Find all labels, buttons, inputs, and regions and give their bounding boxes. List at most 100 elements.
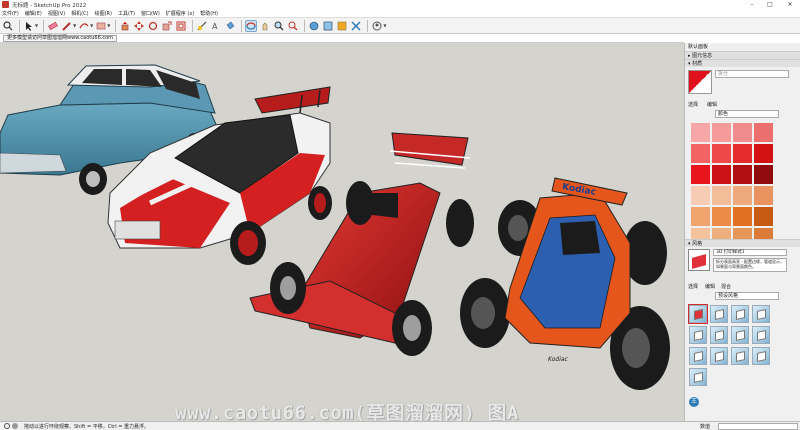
menu-tools[interactable]: 工具(T) (118, 10, 135, 17)
close-icon[interactable]: ✕ (782, 0, 798, 9)
material-swatch[interactable] (712, 165, 731, 184)
style-thumbnail[interactable] (710, 326, 728, 344)
scene-tab[interactable]: 更多模型请访问草图溜溜网www.caotu66.com (3, 35, 118, 42)
materials-section[interactable]: ▾ 材质 (685, 59, 800, 67)
material-swatch[interactable] (733, 207, 752, 226)
material-category-select[interactable]: 颜色 (715, 110, 779, 118)
material-swatch[interactable] (712, 144, 731, 163)
rotate-icon[interactable] (147, 20, 159, 32)
menu-draw[interactable]: 绘图(R) (95, 10, 112, 17)
style-name-field[interactable]: 3D 打印样式1 (713, 249, 787, 256)
orbit-icon[interactable] (245, 19, 258, 32)
push-pull-icon[interactable] (119, 20, 131, 32)
style-thumbnail[interactable] (752, 347, 770, 365)
style-thumbnail[interactable] (731, 305, 749, 323)
material-swatch[interactable] (712, 186, 731, 205)
credits-icon[interactable] (12, 423, 18, 429)
material-swatch[interactable] (733, 123, 752, 142)
style-description-field[interactable]: 拆分表面高亮 - 配置边缘，管道显示，如果面与背景面颜色。 (713, 258, 787, 272)
select-icon[interactable] (23, 20, 35, 32)
material-swatch[interactable] (733, 165, 752, 184)
tape-measure-icon[interactable] (196, 20, 208, 32)
monster-truck-model[interactable]: Kodiac Kodiac (460, 177, 670, 390)
layout-icon[interactable] (336, 20, 348, 32)
material-swatch[interactable] (733, 186, 752, 205)
material-swatch[interactable] (754, 165, 773, 184)
text-icon[interactable]: A (210, 20, 222, 32)
menu-edit[interactable]: 编辑(E) (25, 10, 42, 17)
chevron-down-icon[interactable]: ▼ (90, 23, 93, 28)
kodiac-side-text: Kodiac (548, 356, 569, 363)
zoom-icon[interactable] (273, 20, 285, 32)
style-tab-edit[interactable]: 编辑 (705, 283, 715, 290)
eraser-icon[interactable] (47, 20, 59, 32)
chevron-down-icon[interactable]: ▼ (383, 23, 386, 28)
shapes-icon[interactable] (78, 20, 90, 32)
maximize-icon[interactable]: □ (762, 0, 778, 9)
material-swatch[interactable] (691, 144, 710, 163)
chevron-down-icon[interactable]: ▼ (35, 23, 38, 28)
style-category-select[interactable]: 预设风格 (715, 292, 779, 300)
pencil-icon[interactable] (61, 20, 73, 32)
menu-view[interactable]: 视图(V) (48, 10, 65, 17)
style-tab-select[interactable]: 选择 (688, 283, 698, 290)
rectangle-icon[interactable] (95, 20, 107, 32)
pan-icon[interactable] (259, 20, 271, 32)
user-icon[interactable] (371, 20, 383, 32)
style-thumbnail[interactable] (689, 368, 707, 386)
paint-bucket-icon[interactable] (224, 20, 236, 32)
chevron-down-icon[interactable]: ▼ (107, 23, 110, 28)
material-name-field[interactable]: 拆分 (715, 70, 789, 78)
style-thumbnail[interactable] (731, 347, 749, 365)
modeling-viewport[interactable]: Kodiac Kodiac www.caotu66.com(草图溜溜网) 图A (0, 43, 684, 421)
chevron-down-icon[interactable]: ▼ (73, 23, 76, 28)
material-swatch[interactable] (691, 186, 710, 205)
watermark-text: www.caotu66.com(草图溜溜网) 图A (175, 402, 519, 421)
style-tab-mix[interactable]: 混合 (721, 283, 731, 290)
menu-file[interactable]: 文件(F) (2, 10, 19, 17)
material-swatch[interactable] (691, 165, 710, 184)
entity-info-section[interactable]: ▸ 图元信息 (685, 51, 800, 59)
style-thumbnail[interactable] (731, 326, 749, 344)
style-thumbnail[interactable] (752, 326, 770, 344)
style-thumbnail[interactable] (710, 305, 728, 323)
style-thumbnail[interactable] (688, 304, 708, 324)
move-icon[interactable] (133, 20, 145, 32)
material-swatch[interactable] (712, 207, 731, 226)
material-swatch[interactable] (754, 207, 773, 226)
extension-warehouse-icon[interactable] (322, 20, 334, 32)
style-thumbnail[interactable] (689, 347, 707, 365)
style-thumbnail[interactable] (689, 326, 707, 344)
minimize-icon[interactable]: – (744, 0, 760, 9)
material-swatch[interactable] (691, 207, 710, 226)
menu-camera[interactable]: 相机(C) (71, 10, 88, 17)
cube-icon (715, 330, 724, 341)
scale-icon[interactable] (161, 20, 173, 32)
material-swatch[interactable] (733, 144, 752, 163)
ime-toolbar-icon[interactable]: 王 (689, 397, 699, 407)
menu-window[interactable]: 窗口(W) (141, 10, 160, 17)
style-thumbnail[interactable] (710, 347, 728, 365)
warehouse-icon[interactable] (308, 20, 320, 32)
style-thumbnail[interactable] (752, 305, 770, 323)
material-swatch[interactable] (754, 186, 773, 205)
tab-select[interactable]: 选择 (688, 101, 698, 108)
info-icon[interactable] (4, 423, 10, 429)
menu-help[interactable]: 帮助(H) (200, 10, 218, 17)
material-swatch[interactable] (691, 123, 710, 142)
cube-icon (736, 330, 745, 341)
styles-section[interactable]: ▾ 风格 (685, 239, 800, 247)
extension-manager-icon[interactable] (350, 20, 362, 32)
material-preview (688, 70, 712, 94)
tab-edit[interactable]: 编辑 (707, 101, 717, 108)
window-title: 无标题 - SketchUp Pro 2022 (12, 2, 87, 9)
material-swatch[interactable] (754, 144, 773, 163)
scene-canvas[interactable]: Kodiac Kodiac (0, 43, 684, 421)
measurements-input[interactable] (718, 423, 798, 430)
search-icon[interactable] (2, 20, 14, 32)
menu-extensions[interactable]: 扩展程序 (x) (166, 10, 194, 17)
material-swatch[interactable] (712, 123, 731, 142)
material-swatch[interactable] (754, 123, 773, 142)
zoom-extents-icon[interactable] (287, 20, 299, 32)
offset-icon[interactable] (175, 20, 187, 32)
